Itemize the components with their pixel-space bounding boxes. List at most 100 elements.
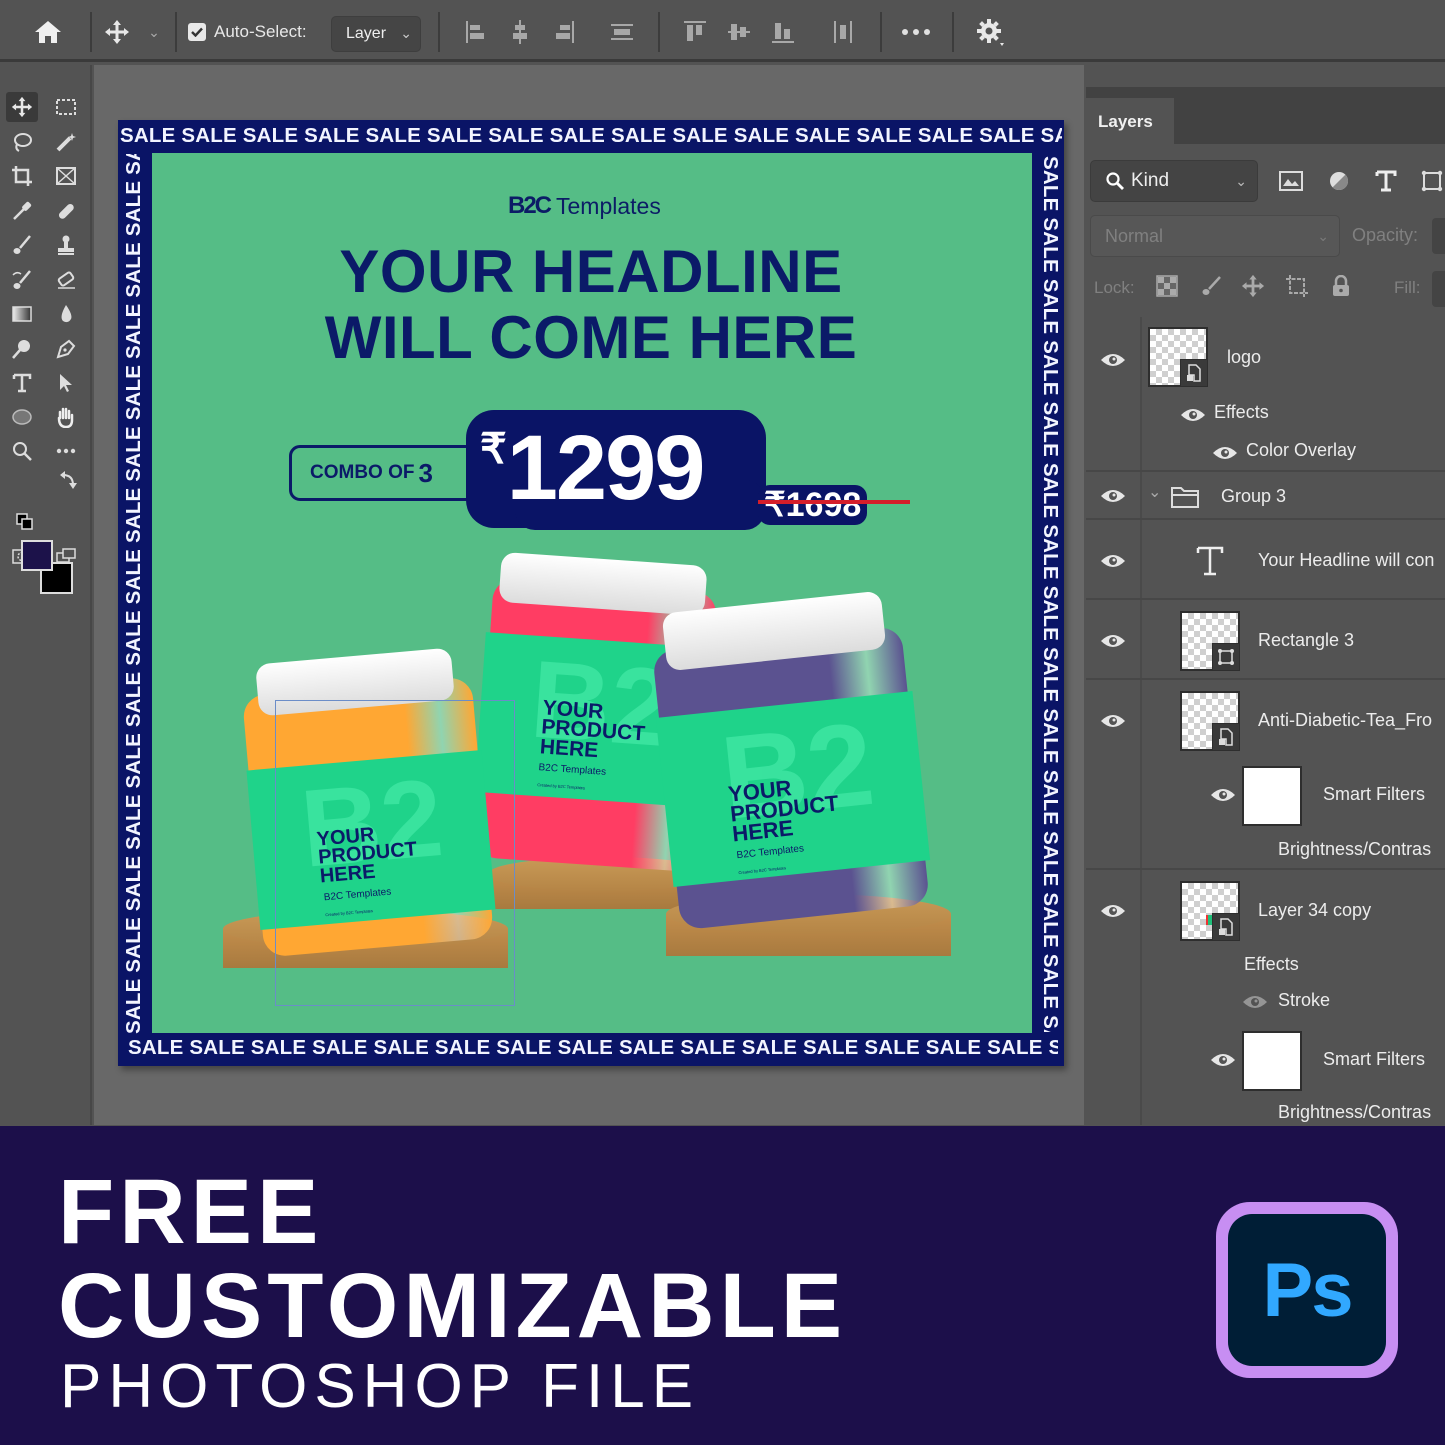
magic-wand-tool[interactable] (50, 127, 82, 157)
spot-healing-tool[interactable] (50, 196, 82, 226)
sale-border-top: SALE SALE SALE SALE SALE SALE SALE SALE … (120, 124, 1062, 147)
tool-preset-dropdown[interactable]: ⌄ (143, 14, 165, 50)
eye-icon[interactable] (1100, 713, 1126, 729)
ellipse-icon (12, 409, 32, 425)
eye-icon[interactable] (1100, 352, 1126, 368)
marquee-tool[interactable] (50, 92, 82, 122)
layers-list: logo Effects Color Overlay ⌄ Group 3 You… (1086, 317, 1445, 1125)
options-bar: ⌄ Auto-Select: Layer ⌄ (0, 0, 1445, 62)
auto-select-checkbox[interactable]: Auto-Select: (188, 14, 307, 50)
hand-tool[interactable] (50, 402, 82, 432)
settings-button[interactable] (972, 14, 1008, 50)
align-right-edges-button[interactable] (550, 14, 578, 50)
hand-icon (57, 407, 74, 428)
eye-icon[interactable] (1100, 553, 1126, 569)
opacity-label: Opacity: (1352, 225, 1419, 245)
home-button[interactable] (30, 14, 66, 50)
ellipse-tool[interactable] (6, 402, 38, 432)
eye-hidden-icon[interactable] (1242, 994, 1268, 1010)
dodge-tool[interactable] (6, 334, 38, 364)
blur-tool[interactable] (50, 299, 82, 329)
tab-layers[interactable]: Layers (1086, 98, 1174, 144)
layer-row-group-3[interactable]: ⌄ Group 3 (1086, 474, 1445, 520)
crop-icon (12, 166, 32, 186)
photoshop-window: ⌄ Auto-Select: Layer ⌄ SALE SALE SALE SA… (0, 0, 1445, 1445)
eye-icon[interactable] (1100, 903, 1126, 919)
screen-mode-button[interactable] (50, 541, 82, 571)
stamp-icon (58, 235, 74, 255)
lock-position[interactable] (1240, 273, 1266, 299)
promo-banner: FREE CUSTOMIZABLE PHOTOSHOP FILE Ps (0, 1126, 1445, 1445)
smart-object-icon (1180, 359, 1208, 387)
layer-row-layer-34-copy[interactable]: Layer 34 copy Effects Stroke Smart Filte… (1086, 872, 1445, 1125)
canvas-workspace[interactable]: SALE SALE SALE SALE SALE SALE SALE SALE … (94, 65, 1084, 1125)
eraser-tool[interactable] (50, 265, 82, 295)
brush-tool[interactable] (6, 230, 38, 260)
filter-type-layers[interactable] (1373, 169, 1399, 193)
align-bottom-edges-button[interactable] (768, 14, 798, 50)
eye-icon[interactable] (1100, 633, 1126, 649)
filter-kind-dropdown[interactable]: Kind ⌄ (1090, 160, 1258, 202)
opacity-input[interactable] (1432, 218, 1445, 254)
screen-mode-icon (56, 548, 76, 563)
eyedropper-tool[interactable] (6, 196, 38, 226)
align-horizontal-centers-button[interactable] (506, 14, 534, 50)
eye-icon[interactable] (1210, 1052, 1236, 1068)
more-options-button[interactable] (898, 14, 934, 50)
filter-pixel-layers[interactable] (1278, 169, 1304, 193)
align-top-edges-button[interactable] (680, 14, 710, 50)
foreground-color-swatch[interactable] (21, 540, 53, 571)
eye-icon[interactable] (1100, 488, 1126, 504)
align-vertical-centers-button[interactable] (724, 14, 754, 50)
layers-panel: Layers Kind ⌄ Normal ⌄ Opacity: Lock: Fi… (1086, 65, 1445, 1125)
filter-shape-layers[interactable] (1419, 169, 1445, 193)
chevron-down-icon[interactable]: ⌄ (1148, 482, 1161, 502)
eye-icon[interactable] (1212, 445, 1238, 461)
lock-all[interactable] (1328, 273, 1354, 299)
swap-colors-button[interactable] (58, 470, 80, 492)
layer-row-headline-text[interactable]: Your Headline will con (1086, 522, 1445, 600)
lock-transparent-pixels[interactable] (1154, 273, 1180, 299)
fill-input[interactable] (1432, 271, 1445, 307)
default-colors-button[interactable] (14, 511, 36, 533)
history-brush-tool[interactable] (6, 265, 38, 295)
move-tool-preset[interactable] (100, 14, 134, 50)
clone-stamp-tool[interactable] (50, 230, 82, 260)
shape-icon (1212, 643, 1240, 671)
move-tool[interactable] (6, 92, 38, 122)
eye-icon[interactable] (1180, 407, 1206, 423)
selection-bounding-box[interactable] (275, 700, 515, 1006)
frame-icon (56, 167, 76, 185)
layer-row-rectangle-3[interactable]: Rectangle 3 (1086, 602, 1445, 680)
type-tool[interactable] (6, 368, 38, 398)
edit-toolbar-button[interactable] (50, 436, 82, 466)
auto-select-target-dropdown[interactable]: Layer ⌄ (331, 16, 421, 52)
zoom-tool[interactable] (6, 436, 38, 466)
magnifier-icon (13, 442, 32, 461)
crop-tool[interactable] (6, 161, 38, 191)
label-brand: B2C Templates (736, 843, 805, 862)
pen-tool[interactable] (50, 334, 82, 364)
chevron-down-icon: ⌄ (1317, 227, 1329, 244)
frame-tool[interactable] (50, 161, 82, 191)
product-jar-3[interactable]: B2 YOUR PRODUCT HERE B2C Templates Creat… (652, 590, 958, 986)
more-icon (902, 29, 930, 35)
lasso-tool[interactable] (6, 127, 38, 157)
blend-mode-dropdown[interactable]: Normal ⌄ (1090, 215, 1340, 257)
eye-icon[interactable] (1210, 787, 1236, 803)
layer-row-anti-diabetic-tea[interactable]: Anti-Diabetic-Tea_Fro Smart Filters Brig… (1086, 682, 1445, 870)
eraser-icon (57, 271, 75, 289)
lock-image-pixels[interactable] (1198, 273, 1224, 299)
history-brush-icon (12, 270, 31, 289)
document-canvas[interactable]: SALE SALE SALE SALE SALE SALE SALE SALE … (118, 120, 1064, 1066)
layer-row-logo[interactable]: logo Effects Color Overlay (1086, 317, 1445, 472)
lock-artboard[interactable] (1284, 273, 1310, 299)
banner-line-3: PHOTOSHOP FILE (60, 1352, 701, 1421)
align-left-edges-button[interactable] (462, 14, 490, 50)
filter-adjustment-layers[interactable] (1326, 169, 1352, 193)
distribute-horizontal-button[interactable] (828, 14, 858, 50)
distribute-vertical-button[interactable] (606, 14, 638, 50)
gradient-tool[interactable] (6, 299, 38, 329)
path-selection-tool[interactable] (50, 368, 82, 398)
magic-wand-icon (56, 133, 76, 152)
